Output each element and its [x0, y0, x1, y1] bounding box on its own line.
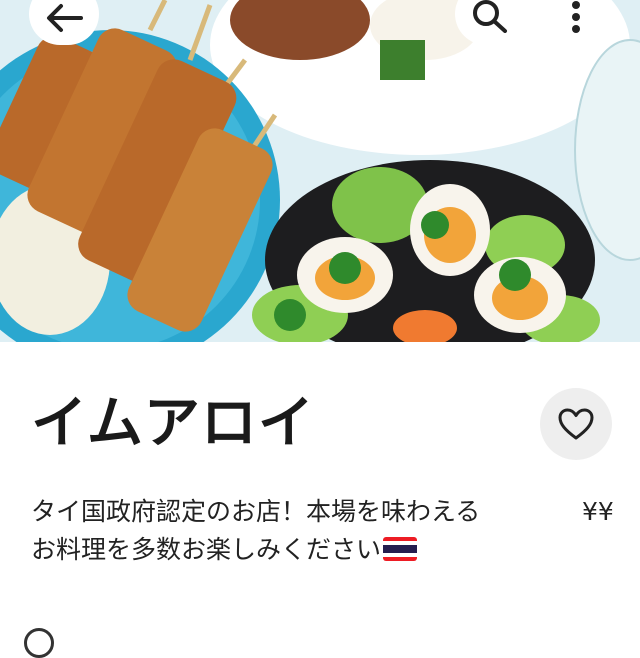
- food-photo: [0, 0, 640, 342]
- info-icon: [24, 628, 54, 658]
- heart-outline-icon: [558, 408, 594, 440]
- more-vertical-icon: [572, 1, 580, 33]
- restaurant-name: イムアロイ: [31, 391, 315, 456]
- description-line-1: タイ国政府認定のお店！本場を味わえる: [31, 497, 481, 526]
- description-line-2: お料理を多数お楽しみください: [31, 535, 382, 564]
- arrow-left-icon: [47, 4, 83, 32]
- description-line-2-wrap: お料理を多数お楽しみください: [31, 531, 561, 569]
- search-icon: [473, 0, 507, 33]
- restaurant-description: タイ国政府認定のお店！本場を味わえる お料理を多数お楽しみください: [31, 493, 561, 569]
- thailand-flag-icon: [383, 537, 418, 561]
- hero-image: [0, 0, 640, 342]
- price-level: ¥¥: [582, 497, 614, 526]
- favorite-button[interactable]: [540, 388, 612, 460]
